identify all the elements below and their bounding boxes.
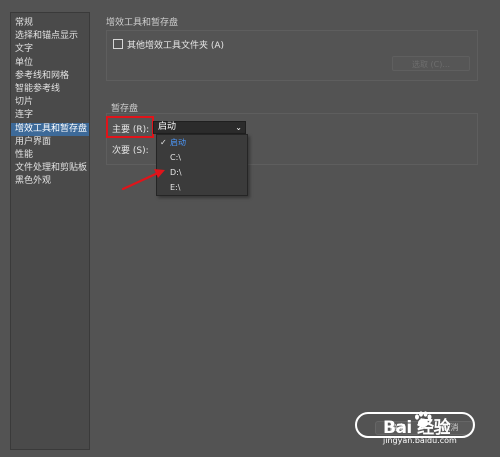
plugins-section-title: 增效工具和暂存盘 [106,18,179,28]
sidebar-item-hyphenation[interactable]: 连字 [11,109,89,122]
dropdown-option-e-drive[interactable]: E:\ [157,180,247,195]
other-plugins-folder-row[interactable]: 其他增效工具文件夹 (A) [113,38,225,51]
check-icon: ✓ [160,138,167,147]
secondary-scratch-label: 次要 (S): [112,146,149,156]
dropdown-option-label: C:\ [170,153,181,162]
primary-label-highlight [106,116,154,138]
sidebar-item-type[interactable]: 文字 [11,43,89,56]
dropdown-option-startup[interactable]: ✓ 启动 [157,135,247,150]
other-plugins-folder-label: 其他增效工具文件夹 (A) [127,40,225,51]
dropdown-option-d-drive[interactable]: D:\ [157,165,247,180]
sidebar-item-performance[interactable]: 性能 [11,149,89,162]
dropdown-option-label: D:\ [170,168,182,177]
sidebar-item-units[interactable]: 单位 [11,57,89,70]
dropdown-option-c-drive[interactable]: C:\ [157,150,247,165]
sidebar-item-general[interactable]: 常规 [11,17,89,30]
sidebar-item-slices[interactable]: 切片 [11,96,89,109]
sidebar: 常规 选择和锚点显示 文字 单位 参考线和网格 智能参考线 切片 连字 增效工具… [10,12,90,450]
baidu-jingyan-watermark: Bai 经验 jingyan.baidu.com [355,405,495,449]
sidebar-item-smart-guides[interactable]: 智能参考线 [11,83,89,96]
watermark-url: jingyan.baidu.com [383,436,457,445]
sidebar-item-file-handling-clipboard[interactable]: 文件处理和剪贴板 [11,162,89,175]
sidebar-item-plugins-scratch-disks[interactable]: 增效工具和暂存盘 [11,122,89,136]
sidebar-item-user-interface[interactable]: 用户界面 [11,136,89,149]
primary-scratch-select[interactable]: 启动 ⌄ [153,121,246,134]
sidebar-item-guides-grid[interactable]: 参考线和网格 [11,70,89,83]
other-plugins-folder-checkbox[interactable] [113,39,123,49]
dropdown-option-label: E:\ [170,183,181,192]
primary-scratch-value: 启动 [158,122,177,132]
dropdown-option-label: 启动 [170,138,186,147]
sidebar-item-appearance-of-black[interactable]: 黑色外观 [11,175,89,188]
primary-scratch-dropdown: ✓ 启动 C:\ D:\ E:\ [156,134,248,196]
chevron-down-icon: ⌄ [235,123,242,132]
preferences-dialog: 常规 选择和锚点显示 文字 单位 参考线和网格 智能参考线 切片 连字 增效工具… [0,0,500,457]
sidebar-item-selection-anchor-display[interactable]: 选择和锚点显示 [11,30,89,43]
choose-folder-button[interactable]: 选取 (C)... [392,56,470,71]
paw-icon [415,411,432,428]
